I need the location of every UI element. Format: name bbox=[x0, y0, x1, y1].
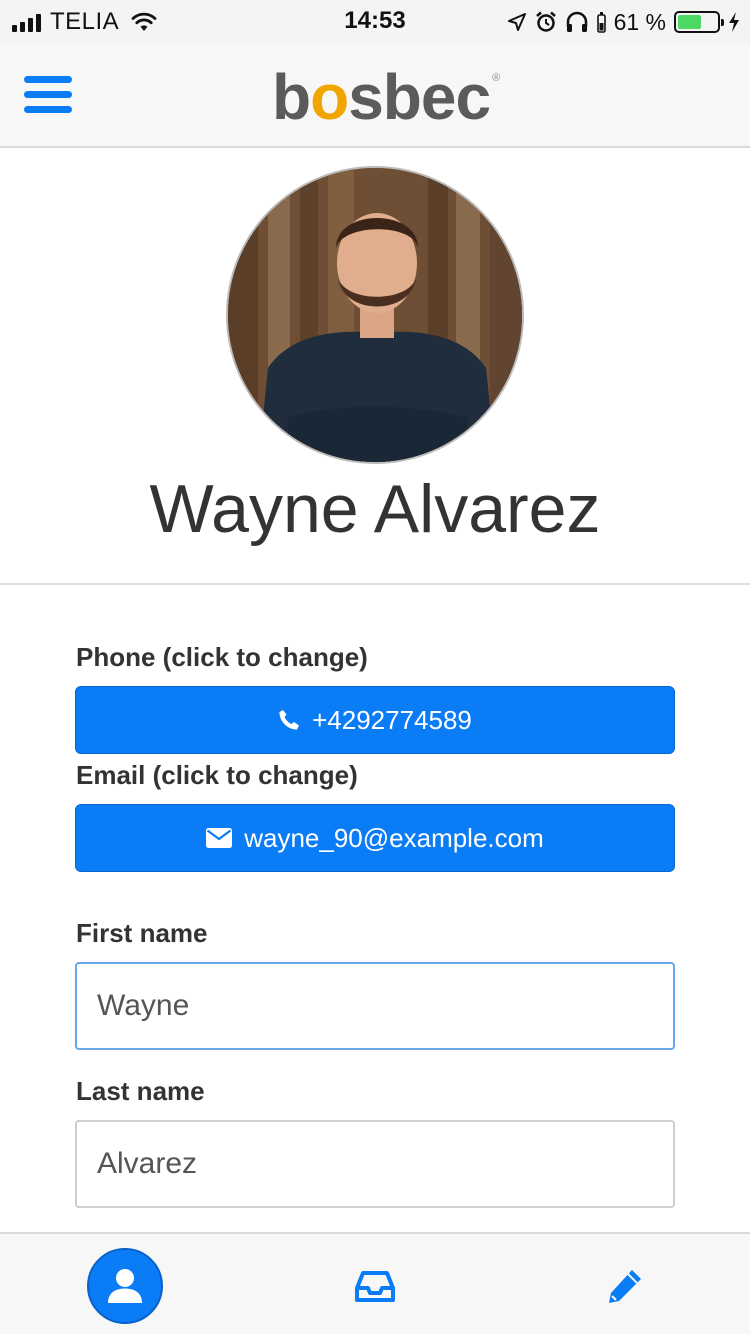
envelope-icon bbox=[206, 828, 233, 848]
status-bar: TELIA 14:53 61 % bbox=[0, 0, 750, 44]
location-arrow-icon bbox=[507, 13, 526, 31]
user-icon bbox=[108, 1269, 142, 1303]
alarm-icon bbox=[535, 11, 556, 32]
pencil-icon bbox=[609, 1270, 641, 1303]
change-email-button[interactable]: wayne_90@example.com bbox=[75, 804, 675, 872]
battery-icon bbox=[674, 11, 724, 33]
charging-bolt-icon bbox=[729, 12, 739, 32]
registered-mark: ® bbox=[492, 72, 500, 84]
tab-inbox[interactable] bbox=[337, 1248, 413, 1324]
logo-text-o: o bbox=[310, 61, 349, 133]
logo-text-end: sbec bbox=[348, 61, 491, 133]
bosbec-logo: b o sbec ® bbox=[272, 60, 500, 134]
phone-value: +4292774589 bbox=[312, 704, 472, 735]
inbox-icon bbox=[355, 1271, 395, 1302]
divider bbox=[0, 583, 750, 585]
status-right: 61 % bbox=[507, 8, 740, 36]
first-name-label: First name bbox=[76, 918, 208, 948]
app-header: b o sbec ® bbox=[0, 44, 750, 148]
hamburger-menu-icon[interactable] bbox=[24, 76, 72, 116]
change-phone-button[interactable]: +4292774589 bbox=[75, 686, 675, 754]
avatar bbox=[226, 166, 524, 464]
battery-small-icon bbox=[596, 12, 606, 33]
first-name-input[interactable] bbox=[75, 962, 675, 1050]
email-label: Email (click to change) bbox=[76, 760, 358, 790]
bottom-nav bbox=[0, 1232, 750, 1334]
headphones-icon bbox=[566, 11, 587, 32]
battery-fill bbox=[678, 15, 702, 29]
logo-text-start: b bbox=[272, 61, 311, 133]
tab-compose[interactable] bbox=[587, 1248, 663, 1324]
battery-percent: 61 % bbox=[613, 8, 666, 35]
tab-profile[interactable] bbox=[87, 1248, 163, 1324]
last-name-input[interactable] bbox=[75, 1120, 675, 1208]
phone-label: Phone (click to change) bbox=[76, 642, 368, 672]
profile-name: Wayne Alvarez bbox=[149, 471, 601, 547]
profile-photo bbox=[228, 168, 522, 462]
email-value: wayne_90@example.com bbox=[244, 822, 544, 853]
last-name-label: Last name bbox=[76, 1076, 205, 1106]
phone-icon bbox=[279, 710, 300, 730]
